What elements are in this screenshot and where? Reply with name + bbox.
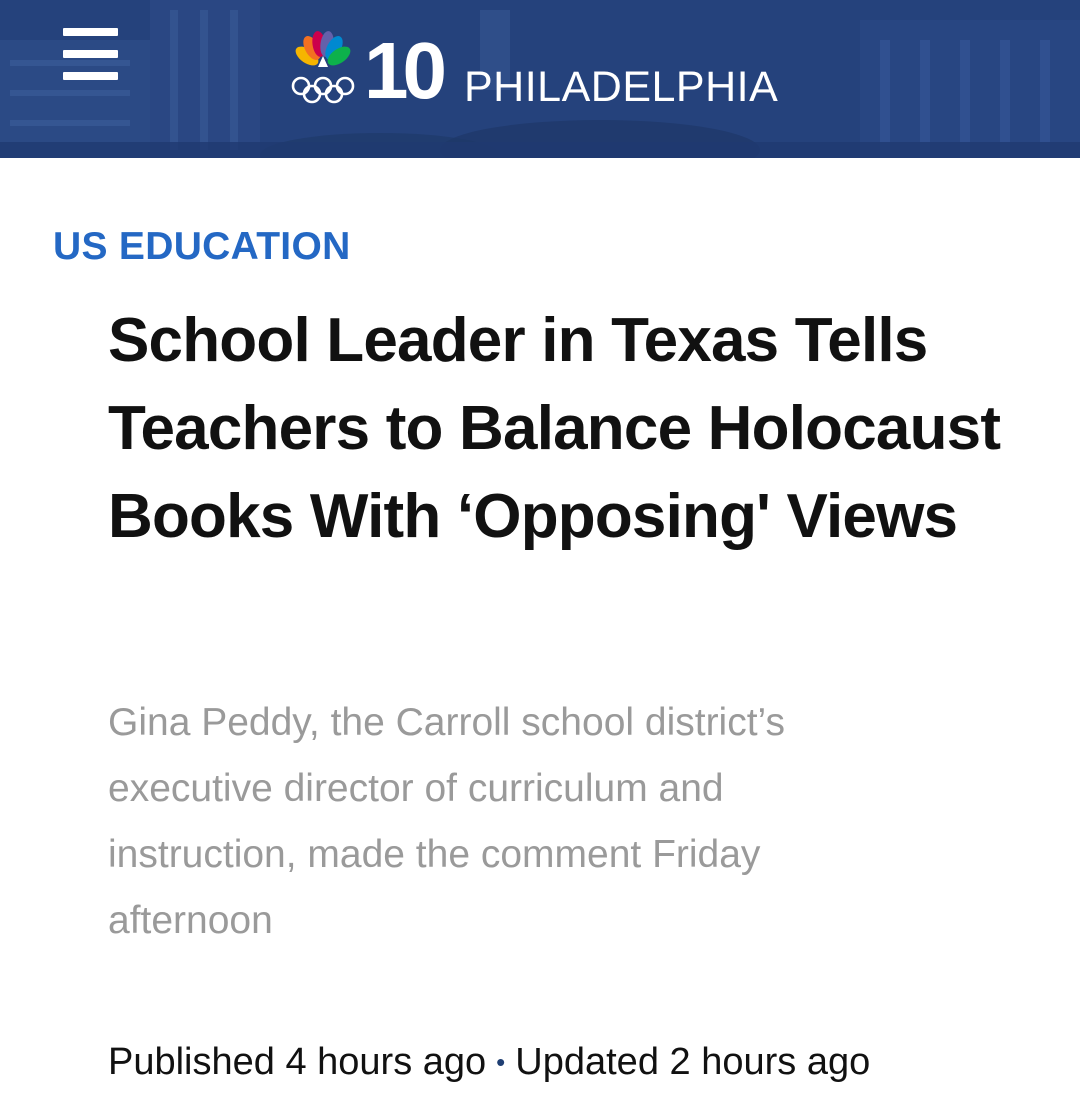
hamburger-menu-button[interactable] xyxy=(52,22,128,86)
separator-dot: • xyxy=(496,1047,506,1077)
site-header: 10 PHILADELPHIA xyxy=(0,0,1080,158)
article-headline: School Leader in Texas Tells Teachers to… xyxy=(108,306,1001,551)
updated-time: Updated 2 hours ago xyxy=(515,1041,871,1083)
hamburger-menu-icon xyxy=(52,22,128,86)
published-time: Published 4 hours ago xyxy=(108,1041,487,1083)
category-link[interactable]: US EDUCATION xyxy=(53,222,351,272)
channel-number: 10 xyxy=(364,26,447,115)
station-name: PHILADELPHIA xyxy=(464,63,779,111)
article-summary: Gina Peddy, the Carroll school district’… xyxy=(108,701,786,942)
nbc-peacock-olympic-rings-icon xyxy=(291,31,355,104)
article-timestamps: Published 4 hours ago • Updated 2 hours ag… xyxy=(108,1034,870,1090)
nbc10-philadelphia-logo-link[interactable]: 10 PHILADELPHIA xyxy=(288,26,808,116)
